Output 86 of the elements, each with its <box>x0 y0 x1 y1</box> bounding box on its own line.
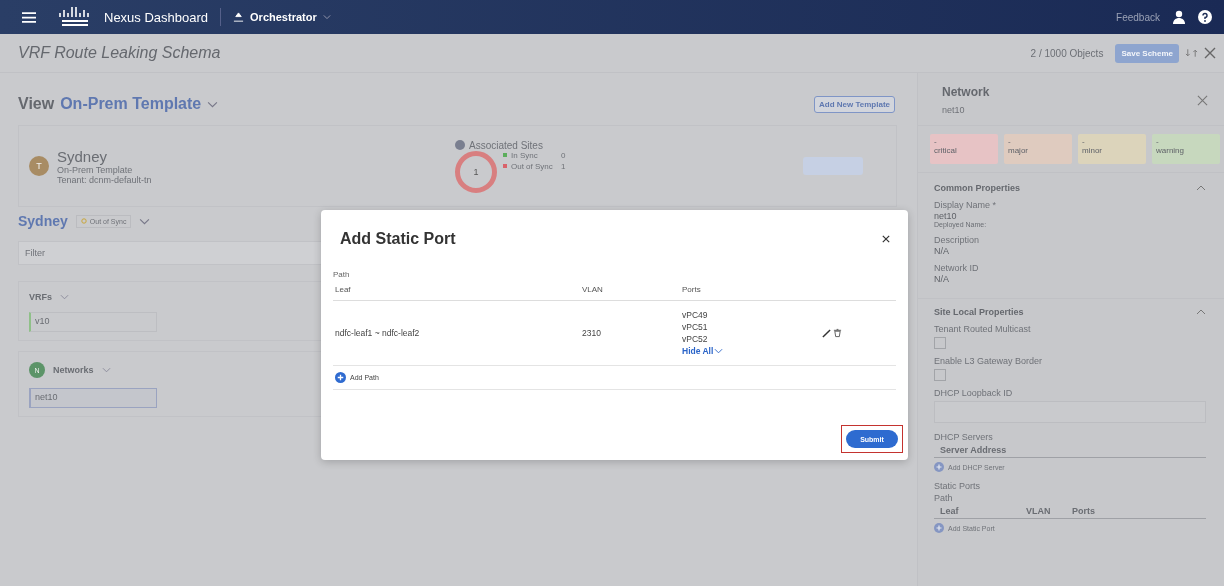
trash-icon[interactable] <box>833 328 842 338</box>
field-label: Display Name * <box>934 199 998 211</box>
column-header: Leaf <box>940 506 960 516</box>
site-avatar: T <box>29 156 49 176</box>
severity-count: - <box>1156 137 1160 146</box>
severity-count: - <box>1082 137 1086 146</box>
severity-label: major <box>1008 146 1029 155</box>
port-item: vPC52 <box>682 333 709 345</box>
severity-count: - <box>934 137 938 146</box>
plus-icon <box>335 372 346 383</box>
chevron-icon <box>714 348 724 354</box>
column-header: Leaf <box>335 285 352 294</box>
field-label: DHCP Loopback ID <box>934 387 1014 399</box>
add-template-button[interactable]: Add New Template <box>814 95 895 113</box>
field-value: net10 <box>934 211 958 221</box>
severity-count: - <box>1008 137 1012 146</box>
column-header: Ports <box>1072 506 1096 516</box>
field-label: DHCP Servers <box>934 431 994 443</box>
port-item: vPC49 <box>682 309 709 321</box>
associated-sites-title: Associated Sites <box>469 139 543 151</box>
section-title: Site Local Properties <box>934 307 1024 317</box>
checkbox[interactable] <box>934 369 946 381</box>
view-label: View <box>18 95 55 113</box>
site-type: On-Prem Template <box>57 164 134 175</box>
legend-count: 1 <box>561 161 566 171</box>
checkbox[interactable] <box>934 337 946 349</box>
panel-subtitle: net10 <box>942 105 966 115</box>
column-header: Server Address <box>940 445 1007 455</box>
checkbox-label: Tenant Routed Multicast <box>934 323 1032 335</box>
checkbox-label: Enable L3 Gateway Border <box>934 355 1044 367</box>
group-title: Networks <box>53 365 94 375</box>
path-label: Path <box>934 492 954 504</box>
column-header: VLAN <box>1026 506 1052 516</box>
chevron-icon <box>322 14 331 20</box>
collapse-icon[interactable] <box>1196 185 1206 191</box>
column-header: VLAN <box>582 285 604 294</box>
severity-label: warning <box>1156 146 1185 155</box>
app-name: Nexus Dashboard <box>104 9 209 25</box>
field-label: Description <box>934 234 981 246</box>
menu-icon[interactable] <box>22 11 36 23</box>
help-icon[interactable] <box>1198 10 1212 24</box>
group-title: VRFs <box>29 292 52 302</box>
legend-count: 0 <box>561 150 566 160</box>
table-cell-text: ndfc-leaf1 ~ ndfc-leaf2 <box>335 328 421 338</box>
section-title: Common Properties <box>934 183 1020 193</box>
refresh-icon[interactable] <box>1185 47 1198 59</box>
object-item[interactable]: v10 <box>29 312 157 332</box>
panel-title: Network <box>942 85 991 99</box>
chevron-icon[interactable] <box>139 217 151 225</box>
severity-label: critical <box>934 146 958 155</box>
field-label: Network ID <box>934 262 980 274</box>
schema-title: VRF Route Leaking Schema <box>18 44 221 62</box>
plus-icon <box>934 462 944 472</box>
field-value: N/A <box>934 246 950 256</box>
feedback-link[interactable]: Feedback <box>1116 11 1160 23</box>
chevron-icon <box>207 100 219 108</box>
hide-all-link[interactable]: Hide All <box>682 345 822 357</box>
port-item: vPC51 <box>682 321 709 333</box>
object-count: 2 / 1000 Objects <box>1030 47 1104 59</box>
template-dropdown[interactable]: On-Prem Template <box>60 95 219 113</box>
table-cell-text: 2310 <box>582 328 602 338</box>
path-label: Path <box>333 270 351 279</box>
legend-label: Out of Sync <box>511 161 554 171</box>
user-icon[interactable] <box>1172 10 1186 24</box>
sites-ring: 1 <box>455 150 497 193</box>
tenant-label: Tenant: dcnm-default-tn <box>57 174 153 185</box>
plus-icon <box>934 523 944 533</box>
dialog-title: Add Static Port <box>340 230 456 248</box>
site-section-title: Sydney <box>18 213 68 229</box>
legend-label: In Sync <box>511 150 539 160</box>
object-item[interactable]: net10 <box>29 388 157 408</box>
upload-icon <box>233 11 245 23</box>
severity-label: minor <box>1082 146 1103 155</box>
context-menu[interactable]: Orchestrator <box>233 11 331 23</box>
chevron-icon[interactable] <box>60 294 69 300</box>
site-name: Sydney <box>57 147 109 165</box>
info-icon <box>455 140 465 150</box>
save-schema-button[interactable]: Save Scheme <box>1115 43 1179 63</box>
column-header: Ports <box>682 285 702 294</box>
chevron-icon[interactable] <box>101 367 111 373</box>
field-label: Static Ports <box>934 480 981 492</box>
logo-icon <box>58 7 92 27</box>
collapse-icon[interactable] <box>1196 309 1206 315</box>
edit-icon[interactable] <box>822 328 831 338</box>
close-icon[interactable] <box>882 235 890 243</box>
field-value: N/A <box>934 274 950 284</box>
